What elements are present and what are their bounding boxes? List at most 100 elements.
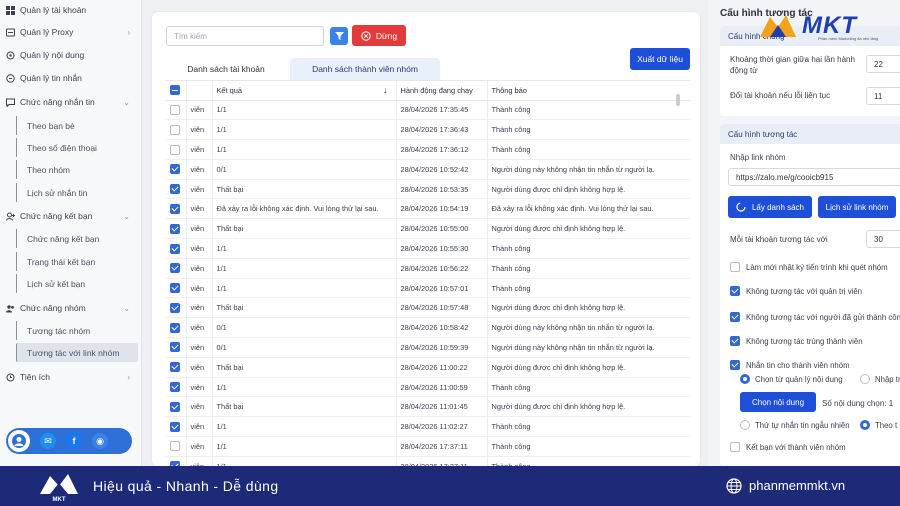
- tab-account-list[interactable]: Danh sách tài khoản: [166, 58, 286, 80]
- chevron-down-icon[interactable]: ⌄: [123, 212, 130, 221]
- option-checkbox[interactable]: [730, 262, 740, 272]
- group-link-input[interactable]: https://zalo.me/g/cooicb915: [728, 168, 900, 186]
- row-checkbox[interactable]: [170, 362, 180, 373]
- radio-content-manager[interactable]: Chọn từ quản lý nội dung: [740, 372, 843, 386]
- interval-input[interactable]: 22: [866, 55, 900, 73]
- table-row[interactable]: viên Đã xảy ra lỗi không xác định. Vui lò…: [166, 198, 690, 220]
- radio-unselected[interactable]: [740, 420, 750, 430]
- filter-button[interactable]: [330, 27, 348, 45]
- sidebar-item-4[interactable]: Quản lý tin nhắn: [0, 68, 140, 88]
- table-row[interactable]: viên 1/1 28/04/2026 10:55:30 Thành công: [166, 238, 690, 259]
- sidebar-subitem[interactable]: Theo nhóm: [16, 160, 138, 179]
- option-row[interactable]: Không tương tác với quản trị viên: [730, 284, 862, 298]
- sidebar-item-2[interactable]: Quản lý Proxy ›: [0, 22, 140, 42]
- sidebar-item-3[interactable]: Quản lý nội dung: [0, 45, 140, 65]
- table-scrollbar[interactable]: [676, 94, 680, 106]
- friend-checkbox[interactable]: [730, 442, 740, 452]
- row-checkbox[interactable]: [170, 124, 180, 135]
- get-list-button[interactable]: Lấy danh sách: [728, 196, 812, 218]
- option-checkbox[interactable]: [730, 312, 740, 322]
- row-checkbox[interactable]: [170, 203, 180, 214]
- option-row[interactable]: Làm mới nhật ký tiến trình khi quét nhóm: [730, 260, 888, 274]
- sidebar-subitem[interactable]: Tương tác nhóm: [16, 321, 138, 340]
- row-checkbox[interactable]: [170, 104, 180, 115]
- row-checkbox[interactable]: [170, 164, 180, 175]
- table-row[interactable]: viên Thất bại 28/04/2026 10:53:35 Người dùn…: [166, 179, 690, 200]
- sidebar-item-8[interactable]: Tiện ích ›: [0, 367, 140, 387]
- switch-input[interactable]: 11: [866, 87, 900, 105]
- table-row[interactable]: viên 0/1 28/04/2026 10:59:39 Người dùng này…: [166, 337, 690, 358]
- option-row[interactable]: Không tương tác với người đã gửi thành c…: [730, 310, 900, 324]
- option-checkbox[interactable]: [730, 360, 740, 370]
- table-row[interactable]: viên1/128/04/2026 17:37:11Thành công: [166, 456, 690, 466]
- table-row[interactable]: viên 1/1 28/04/2026 17:36:43 Thành công: [166, 119, 690, 141]
- option-row[interactable]: Nhắn tin cho thành viên nhóm: [730, 358, 850, 372]
- row-checkbox[interactable]: [170, 401, 180, 412]
- row-checkbox[interactable]: [170, 184, 180, 195]
- sidebar-subitem[interactable]: Lịch sử kết bạn: [16, 274, 138, 293]
- row-checkbox[interactable]: [170, 283, 180, 294]
- sort-arrow-icon[interactable]: ↓: [383, 85, 388, 95]
- table-row[interactable]: viên Thất bại 28/04/2026 11:01:45 Người dùn…: [166, 396, 690, 418]
- chevron-right-icon[interactable]: ›: [127, 373, 130, 382]
- row-checkbox[interactable]: [170, 144, 180, 155]
- table-row[interactable]: viên Thất bại 28/04/2026 11:00:22 Người dùn…: [166, 357, 690, 378]
- row-checkbox[interactable]: [170, 342, 180, 353]
- radio-random-order[interactable]: Thứ tự nhắn tin ngẫu nhiên: [740, 418, 850, 432]
- col-result[interactable]: Kết quả ↓: [212, 81, 397, 101]
- chevron-right-icon[interactable]: ›: [127, 28, 130, 37]
- table-row[interactable]: viên 1/1 28/04/2026 10:56:22 Thành công: [166, 258, 690, 279]
- table-row[interactable]: viên 1/1 28/04/2026 17:35:45 Thành công: [166, 100, 690, 121]
- table-row[interactable]: viên 1/1 28/04/2026 17:36:12 Thành công: [166, 139, 690, 160]
- per-account-input[interactable]: 30: [866, 230, 900, 248]
- sidebar-subitem[interactable]: Chức năng kết bạn: [16, 229, 138, 248]
- row-checkbox[interactable]: [170, 223, 180, 234]
- chevron-down-icon[interactable]: ⌄: [123, 98, 130, 107]
- tab-group-members[interactable]: Danh sách thành viên nhóm: [290, 58, 440, 80]
- sidebar-subitem[interactable]: Trạng thái kết bạn: [16, 252, 138, 271]
- select-all-checkbox[interactable]: [170, 85, 180, 96]
- col-message[interactable]: Thông báo: [487, 81, 690, 101]
- chevron-down-icon[interactable]: ⌄: [123, 304, 130, 313]
- radio-unselected[interactable]: [860, 374, 870, 384]
- radio-sequential[interactable]: Theo t: [860, 418, 897, 432]
- export-button[interactable]: Xuất dữ liệu: [630, 48, 690, 70]
- footer-website[interactable]: phanmemmkt.vn: [749, 478, 845, 493]
- row-checkbox[interactable]: [170, 441, 180, 452]
- col-time[interactable]: Hành động đang chạy: [396, 81, 488, 101]
- sidebar-item-7[interactable]: Chức năng nhóm ⌄: [0, 298, 140, 318]
- table-row[interactable]: viên Thất bại 28/04/2026 10:55:00 Người dùn…: [166, 218, 690, 240]
- option-checkbox[interactable]: [730, 336, 740, 346]
- row-checkbox[interactable]: [170, 421, 180, 432]
- row-checkbox[interactable]: [170, 263, 180, 274]
- radio-selected[interactable]: [860, 420, 870, 430]
- table-row[interactable]: viên 1/1 28/04/2026 11:02:27 Thành công: [166, 416, 690, 438]
- choose-content-button[interactable]: Chọn nội dung: [740, 392, 816, 412]
- sidebar-item-1[interactable]: Quản lý tài khoản: [0, 0, 140, 20]
- web-icon[interactable]: ◉: [92, 433, 108, 449]
- table-row[interactable]: viên 1/1 28/04/2026 11:00:59 Thành công: [166, 377, 690, 398]
- sidebar-subitem[interactable]: Tương tác với link nhóm: [16, 343, 138, 362]
- messenger-icon[interactable]: ✉: [40, 433, 56, 449]
- sidebar-subitem[interactable]: Theo bạn bè: [16, 116, 138, 135]
- row-checkbox[interactable]: [170, 382, 180, 393]
- table-row[interactable]: viên 1/1 28/04/2026 10:57:01 Thành công: [166, 278, 690, 299]
- sidebar-subitem[interactable]: Theo số điện thoại: [16, 138, 138, 157]
- link-history-button[interactable]: Lịch sử link nhóm: [818, 196, 896, 218]
- stop-button[interactable]: Dừng: [352, 25, 406, 46]
- support-avatar-icon[interactable]: [8, 430, 30, 452]
- table-row[interactable]: viên1/128/04/2026 17:37:11Thành công: [166, 436, 690, 457]
- sidebar-item-5[interactable]: Chức năng nhắn tin ⌄: [0, 92, 140, 112]
- search-input[interactable]: Tìm kiếm: [166, 26, 324, 46]
- table-row[interactable]: viên 0/1 28/04/2026 10:52:42 Người dùng này…: [166, 159, 690, 180]
- table-row[interactable]: viên Thất bại 28/04/2026 10:57:48 Người dùn…: [166, 297, 690, 319]
- table-row[interactable]: viên 0/1 28/04/2026 10:58:42 Người dùng này…: [166, 317, 690, 339]
- sidebar-subitem[interactable]: Lịch sử nhắn tin: [16, 183, 138, 202]
- radio-manual[interactable]: Nhập tr: [860, 372, 900, 386]
- sidebar-item-6[interactable]: Chức năng kết bạn ⌄: [0, 206, 140, 226]
- option-checkbox[interactable]: [730, 286, 740, 296]
- radio-selected[interactable]: [740, 374, 750, 384]
- row-checkbox[interactable]: [170, 243, 180, 254]
- facebook-icon[interactable]: f: [66, 433, 82, 449]
- row-checkbox[interactable]: [170, 302, 180, 313]
